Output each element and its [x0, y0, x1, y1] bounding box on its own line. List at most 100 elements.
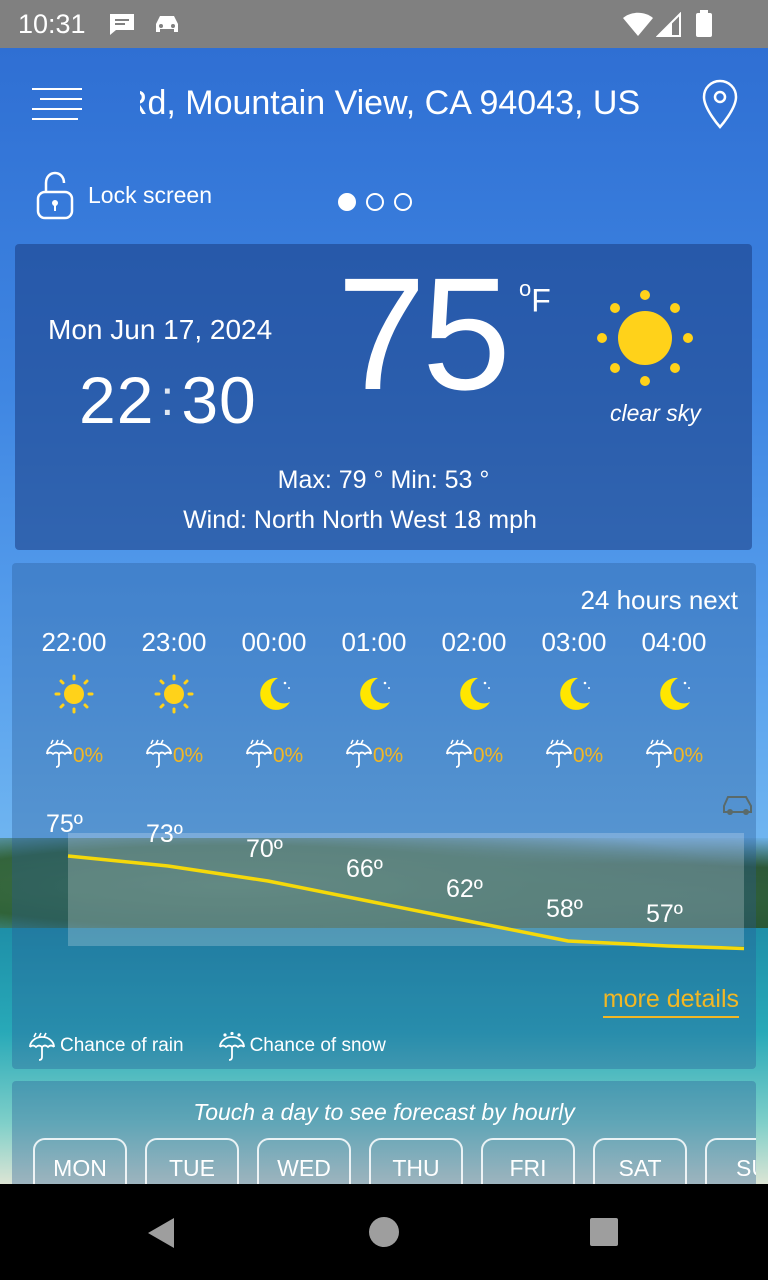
status-time: 10:31	[18, 8, 86, 39]
wifi-icon	[623, 12, 653, 36]
lock-screen-label: Lock screen	[88, 181, 213, 208]
rain-chance-value: 0%	[172, 744, 204, 767]
daily-hint: Touch a day to see forecast by hourly	[193, 1099, 575, 1125]
hour-time: 04:00	[641, 627, 707, 657]
rain-chance-value: 0%	[672, 744, 704, 767]
current-clock: 22:30	[79, 363, 257, 437]
header: ı Rd, Mountain View, CA 94043, US	[0, 48, 768, 158]
day-tab-sat[interactable]: SAT	[593, 1138, 687, 1184]
day-tab-wed[interactable]: WED	[257, 1138, 351, 1184]
sun-icon	[124, 674, 224, 718]
unlock-icon	[36, 171, 74, 220]
umbrella-rain-icon	[645, 738, 673, 774]
hourly-forecast-card[interactable]: 24 hours next 22:00 0% 23:00 0% 00:00 0% 01:00…	[12, 563, 756, 1069]
umbrella-rain-icon	[145, 738, 173, 774]
hourly-list: 22:00 0% 23:00 0% 00:00 0% 01:00 0% 02:00 0% 03:00…	[12, 627, 756, 768]
umbrella-rain-icon	[545, 738, 573, 774]
day-tab-su[interactable]: SU	[705, 1138, 756, 1184]
hour-temperature-label: 66º	[346, 855, 383, 883]
location-pin-icon[interactable]	[700, 78, 740, 130]
umbrella-rain-icon	[445, 738, 473, 774]
hour-time: 00:00	[241, 627, 307, 657]
page-dot[interactable]	[338, 193, 356, 211]
hour-temperature-label: 62º	[446, 875, 483, 903]
umbrella-rain-icon	[29, 1032, 55, 1061]
temperature-unit: oF	[519, 276, 551, 319]
rain-chance-value: 0%	[472, 744, 504, 767]
forecast-legend: Chance of rain Chance of snow	[28, 1031, 420, 1061]
day-tab-thu[interactable]: THU	[369, 1138, 463, 1184]
hour-temperature-label: 75º	[46, 810, 83, 838]
umbrella-snow-icon	[218, 1031, 245, 1061]
signal-icon	[656, 12, 681, 37]
rain-chance: 0%	[524, 738, 624, 774]
message-icon	[110, 14, 134, 35]
moon-icon	[424, 674, 524, 718]
status-bar: 10:31	[0, 0, 768, 48]
day-tab-tue[interactable]: TUE	[145, 1138, 239, 1184]
page-indicator	[338, 193, 412, 211]
hour-temperature-label: 57º	[646, 900, 683, 928]
legend-snow-label: Chance of snow	[249, 1035, 386, 1056]
page-dot[interactable]	[394, 193, 412, 211]
hour-column[interactable]: 04:00 0%	[624, 627, 724, 774]
current-temperature: 75	[337, 244, 511, 423]
more-details-link[interactable]: more details	[602, 985, 739, 1018]
rain-chance: 0%	[424, 738, 524, 774]
wind-info: Wind: North North West 18 mph	[183, 506, 537, 534]
hour-column[interactable]: 23:00 0%	[124, 627, 224, 774]
day-tab-fri[interactable]: FRI	[481, 1138, 575, 1184]
weather-condition: clear sky	[610, 400, 701, 426]
max-min-temperature: Max: 79 ° Min: 53 °	[277, 466, 490, 494]
hour-column[interactable]: 01:00 0%	[324, 627, 424, 774]
back-icon[interactable]	[144, 1216, 178, 1250]
sun-icon	[597, 290, 693, 386]
hour-temperature-label: 70º	[246, 835, 283, 863]
rain-chance-value: 0%	[72, 744, 104, 767]
location-address[interactable]: ı Rd, Mountain View, CA 94043, US	[140, 84, 672, 123]
hour-column[interactable]: 03:00 0%	[524, 627, 624, 774]
rain-chance: 0%	[324, 738, 424, 774]
rain-chance: 0%	[124, 738, 224, 774]
moon-icon	[624, 674, 724, 718]
car-icon	[156, 16, 178, 32]
battery-icon	[696, 10, 712, 37]
weather-app: ı Rd, Mountain View, CA 94043, US Lock s…	[0, 48, 768, 1184]
hour-column[interactable]: 22:00 0%	[24, 627, 124, 774]
sun-icon	[24, 674, 124, 718]
hourly-title: 24 hours next	[580, 585, 738, 615]
hour-temperature-label: 58º	[546, 895, 583, 923]
home-icon[interactable]	[368, 1216, 400, 1248]
moon-icon	[324, 674, 424, 718]
daily-forecast-card: Touch a day to see forecast by hourly MO…	[12, 1081, 756, 1184]
hour-column[interactable]: 02:00 0%	[424, 627, 524, 774]
page-dot[interactable]	[366, 193, 384, 211]
temperature-chart: 75º 73º 70º 66º 62º 58º 57º	[12, 793, 756, 953]
current-date: Mon Jun 17, 2024	[48, 314, 273, 345]
rain-chance-value: 0%	[372, 744, 404, 767]
day-tab-mon[interactable]: MON	[33, 1138, 127, 1184]
hour-time: 03:00	[541, 627, 607, 657]
lock-screen-toggle[interactable]: Lock screen	[36, 170, 212, 220]
hour-time: 01:00	[341, 627, 407, 657]
hour-time: 22:00	[41, 627, 107, 657]
hour-temperature-label: 73º	[146, 820, 183, 848]
moon-icon	[524, 674, 624, 718]
umbrella-rain-icon	[45, 738, 73, 774]
current-weather-card[interactable]: Mon Jun 17, 2024 22:30 75 oF clear sky M…	[15, 244, 752, 550]
menu-button[interactable]	[32, 88, 82, 124]
hour-time: 23:00	[141, 627, 207, 657]
rain-chance-value: 0%	[272, 744, 304, 767]
recents-icon[interactable]	[588, 1216, 620, 1248]
rain-chance: 0%	[624, 738, 724, 774]
hour-time: 02:00	[441, 627, 507, 657]
hour-column[interactable]: 00:00 0%	[224, 627, 324, 774]
rain-chance: 0%	[24, 738, 124, 774]
legend-snow: Chance of snow	[218, 1031, 386, 1061]
legend-rain: Chance of rain	[28, 1031, 184, 1061]
moon-icon	[224, 674, 324, 718]
rain-chance: 0%	[224, 738, 324, 774]
legend-rain-label: Chance of rain	[60, 1035, 184, 1056]
rain-chance-value: 0%	[572, 744, 604, 767]
umbrella-rain-icon	[245, 738, 273, 774]
